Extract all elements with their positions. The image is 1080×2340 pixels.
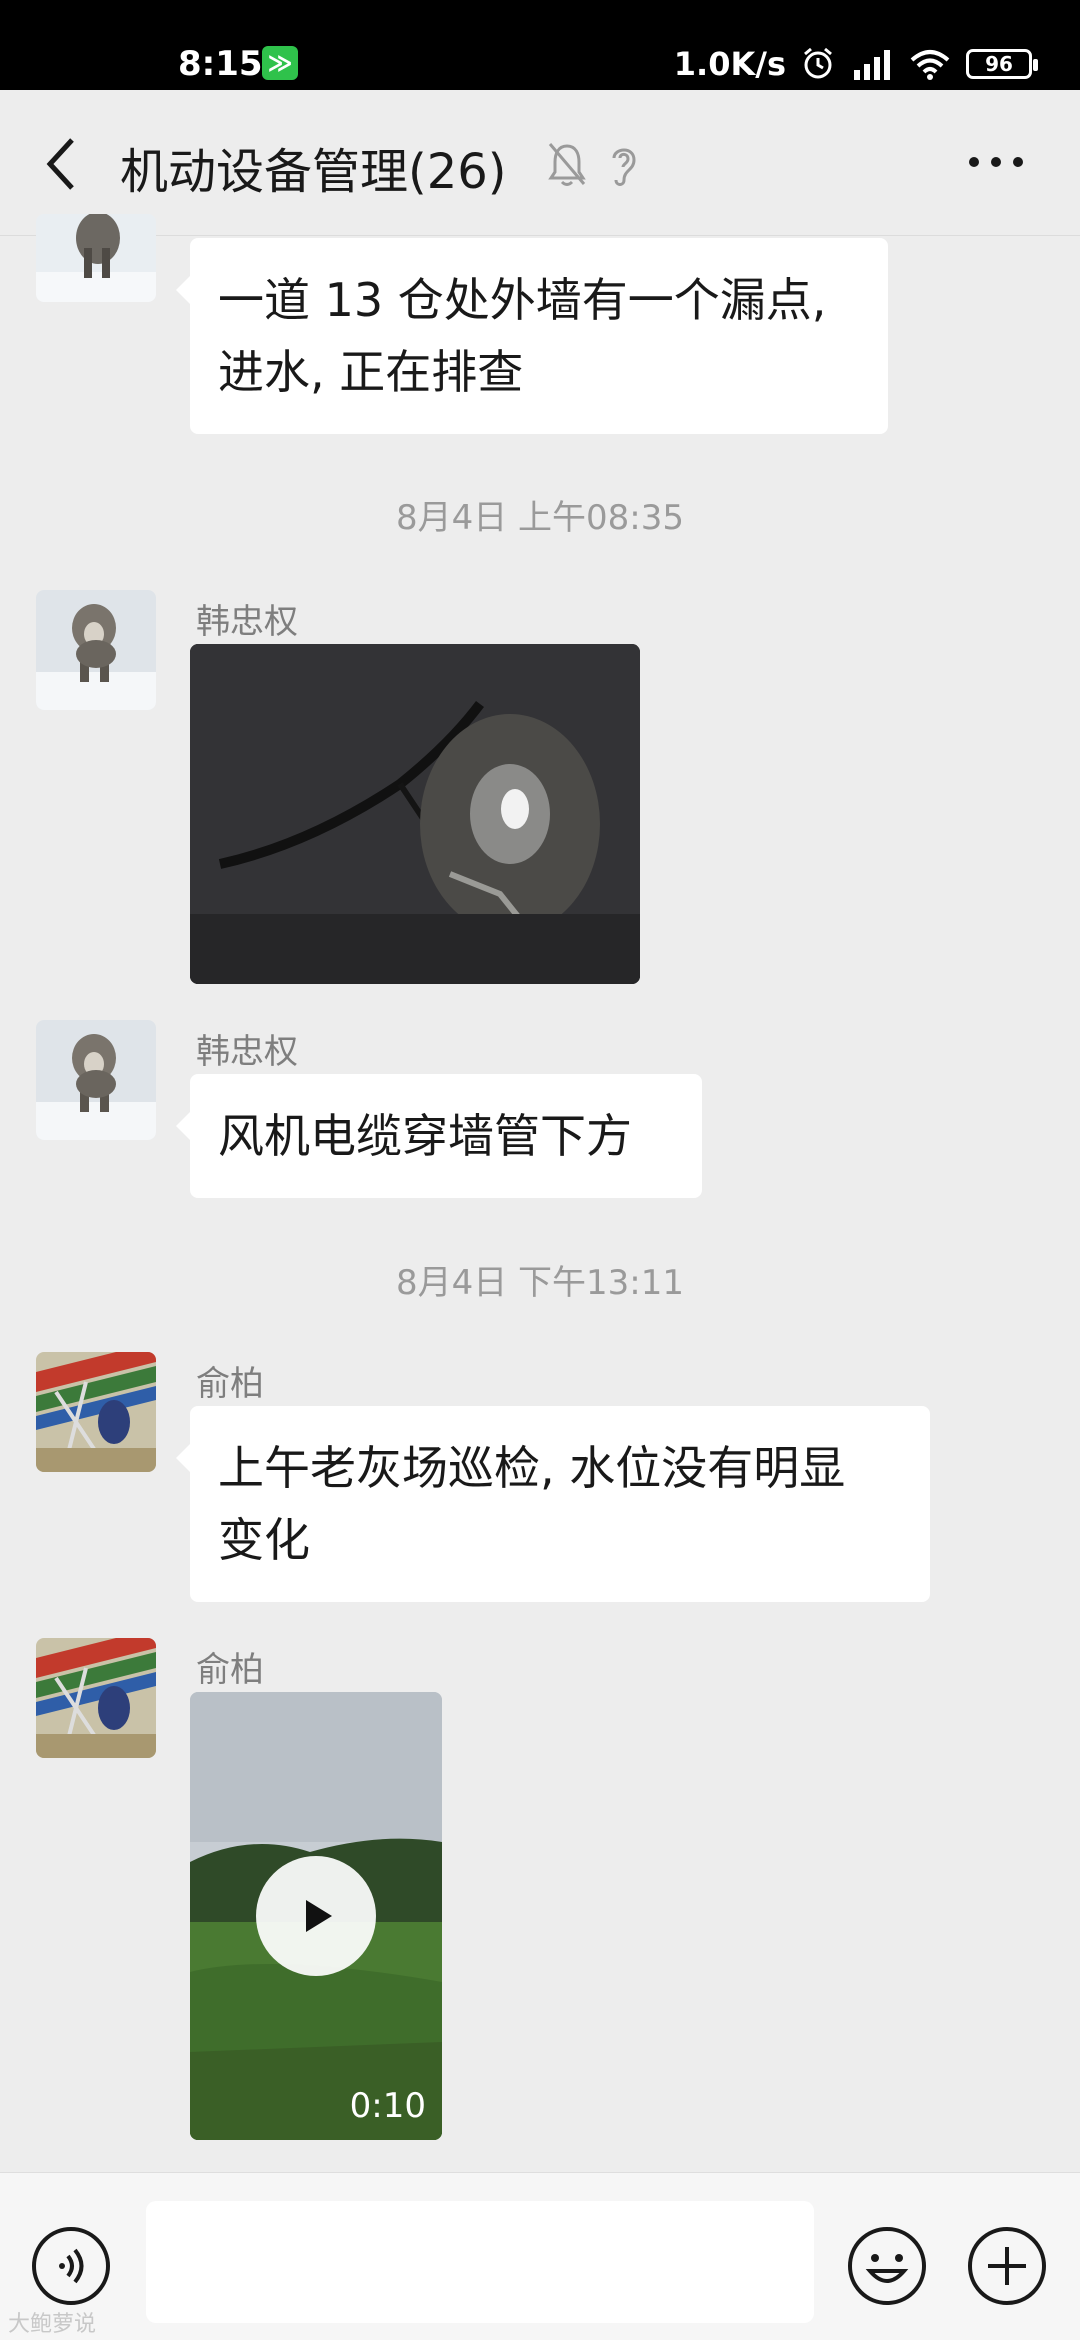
video-message[interactable]: 0:10 <box>190 1692 442 2140</box>
message-timestamp: 8月4日 下午13:11 <box>395 1263 685 1303</box>
sender-name: 俞柏 <box>196 1364 264 1404</box>
emoji-icon[interactable] <box>846 2225 928 2307</box>
message-text: 一道 13 仓处外墙有一个漏点, <box>218 273 827 327</box>
status-indicators: 1.0K/s 96 <box>673 44 1038 84</box>
message-text: 上午老灰场巡检, 水位没有明显 <box>218 1441 846 1495</box>
message-input[interactable] <box>146 2201 814 2323</box>
play-icon <box>306 1900 332 1932</box>
status-bar: 8:15 ≫ 1.0K/s 96 <box>0 0 1080 90</box>
back-icon[interactable] <box>36 134 86 194</box>
app-notification-icon: ≫ <box>262 46 298 80</box>
chat-title: 机动设备管理(26) <box>120 144 507 200</box>
message-text: 风机电缆穿墙管下方 <box>218 1109 632 1163</box>
avatar[interactable] <box>36 1352 156 1472</box>
image-message[interactable] <box>190 644 640 984</box>
avatar[interactable] <box>36 214 156 302</box>
wifi-icon <box>910 50 950 80</box>
net-speed: 1.0K/s <box>673 45 786 83</box>
battery-icon: 96 <box>966 49 1038 79</box>
avatar[interactable] <box>36 1638 156 1758</box>
message-text: 变化 <box>218 1513 310 1567</box>
avatar[interactable] <box>36 590 156 710</box>
play-button[interactable] <box>256 1856 376 1976</box>
more-icon[interactable] <box>966 140 1026 184</box>
message-bubble[interactable]: 上午老灰场巡检, 水位没有明显 变化 <box>176 1406 930 1602</box>
message-text: 进水, 正在排查 <box>218 345 524 399</box>
mute-bell-icon <box>548 143 586 186</box>
message-timestamp: 8月4日 上午08:35 <box>395 498 685 538</box>
chat-header: 机动设备管理(26) <box>0 90 1080 236</box>
message-bubble[interactable]: 一道 13 仓处外墙有一个漏点, 进水, 正在排查 <box>176 238 888 434</box>
alarm-icon <box>804 47 832 79</box>
voice-icon[interactable] <box>30 2225 112 2307</box>
sender-name: 俞柏 <box>196 1650 264 1690</box>
message-bubble[interactable]: 风机电缆穿墙管下方 <box>176 1074 702 1198</box>
sender-name: 韩忠权 <box>196 602 298 642</box>
plus-icon[interactable] <box>966 2225 1048 2307</box>
ear-icon <box>612 148 636 186</box>
input-bar <box>0 2172 1080 2340</box>
video-duration: 0:10 <box>349 2086 426 2126</box>
watermark: 大鲍萝说 <box>8 2312 97 2337</box>
avatar[interactable] <box>36 1020 156 1140</box>
status-time: 8:15 <box>178 44 263 84</box>
signal-icon <box>854 50 890 80</box>
sender-name: 韩忠权 <box>196 1032 298 1072</box>
